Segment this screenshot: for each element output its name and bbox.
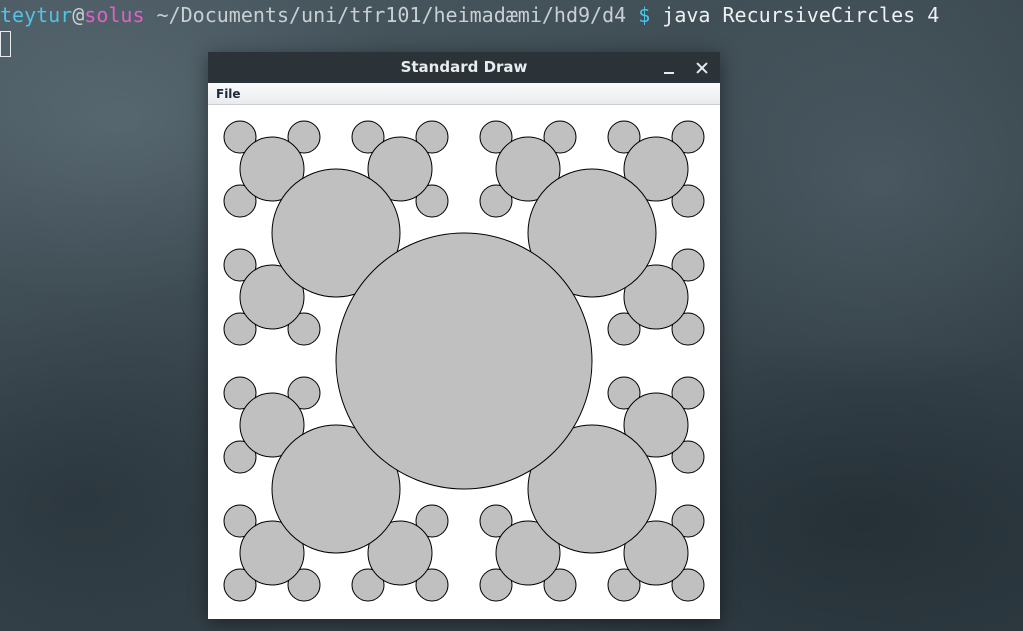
terminal-command-line: teytur@solus ~/Documents/uni/tfr101/heim… [0,2,939,28]
window-title: Standard Draw [400,58,528,76]
terminal-path: ~/Documents/uni/tfr101/heimadæmi/hd9/d4 [144,3,639,27]
window-titlebar[interactable]: Standard Draw [208,52,720,83]
recursive-circles-drawing [223,120,705,602]
drawing-canvas[interactable] [208,105,720,619]
terminal-prompt: $ [638,3,651,27]
menu-bar: File [208,83,720,105]
minimize-icon[interactable] [660,60,678,76]
terminal-user: teytur [0,3,73,27]
terminal-at-sign: @ [72,3,85,27]
terminal-host: solus [84,3,145,27]
close-icon[interactable] [692,58,712,78]
circle-level-1 [335,232,593,490]
terminal-cursor [0,31,11,57]
terminal-command: java RecursiveCircles 4 [650,3,940,27]
menu-file[interactable]: File [214,83,243,105]
standard-draw-window[interactable]: Standard Draw File [208,52,720,619]
